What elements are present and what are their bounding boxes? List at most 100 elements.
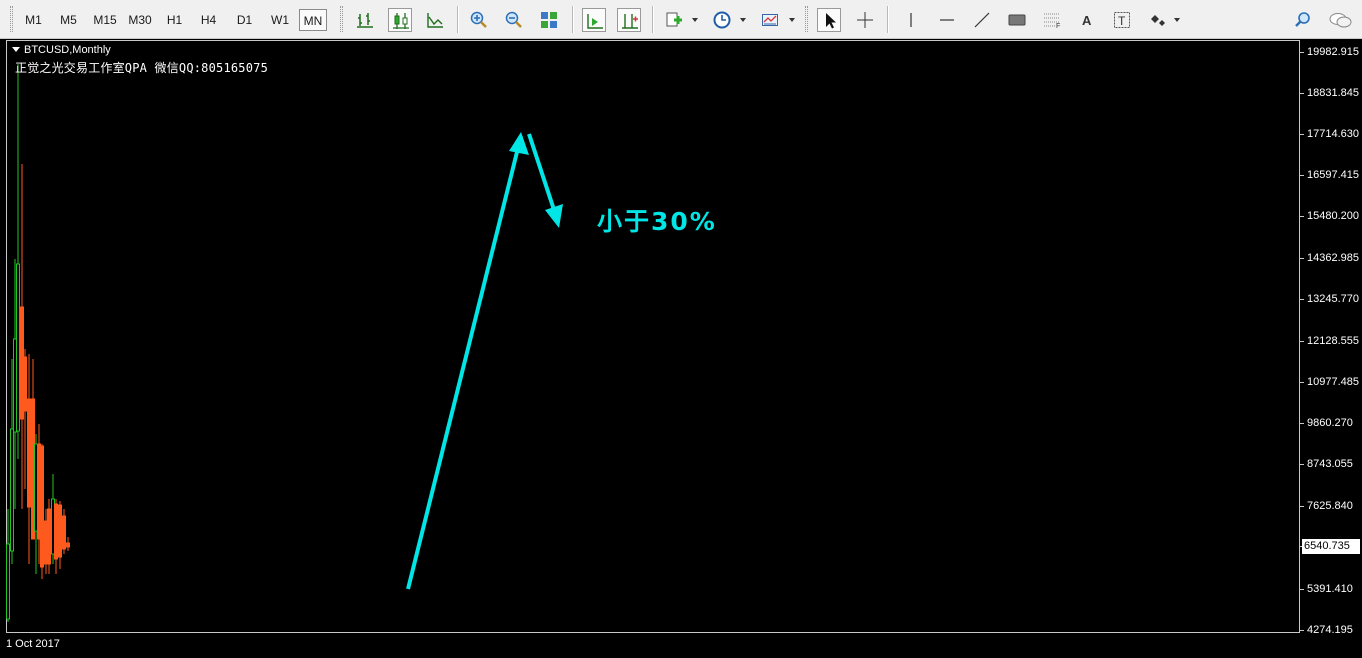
- price-axis-tick: [1300, 589, 1304, 590]
- chart-annotation-text[interactable]: 小于30%: [597, 202, 717, 238]
- timeframe-m5-button[interactable]: M5: [55, 9, 82, 31]
- timeframe-w1-button[interactable]: W1: [266, 9, 294, 31]
- tile-windows-icon: [541, 12, 557, 28]
- fibonacci-button[interactable]: F: [1040, 8, 1064, 32]
- timeframe-d1-button[interactable]: D1: [231, 9, 258, 31]
- crosshair-button[interactable]: [853, 8, 877, 32]
- decline-arrow-line[interactable]: [527, 133, 559, 220]
- text-label-icon: T: [1114, 12, 1130, 28]
- text-icon: A: [1082, 13, 1092, 28]
- price-axis-label: 14362.985: [1307, 252, 1359, 264]
- candle-body: [62, 515, 66, 550]
- price-axis-tick: [1300, 382, 1304, 383]
- candle-body: [47, 508, 51, 565]
- price-axis-label: 19982.915: [1307, 46, 1359, 58]
- price-axis-label: 13245.770: [1307, 293, 1359, 305]
- timeframe-m1-button[interactable]: M1: [20, 9, 47, 31]
- trendline-button[interactable]: [970, 8, 994, 32]
- price-axis-label: 18831.845: [1307, 87, 1359, 99]
- zoom-in-icon: [470, 11, 487, 28]
- price-axis-tick: [1300, 93, 1304, 94]
- indicators-dropdown-caret[interactable]: [692, 18, 698, 22]
- candle-body: [66, 542, 70, 548]
- timeframe-h1-button[interactable]: H1: [161, 9, 188, 31]
- search-button[interactable]: [1291, 8, 1315, 32]
- price-axis-label: 9860.270: [1307, 417, 1353, 429]
- text-label-tool-letter: T: [1118, 14, 1126, 28]
- tile-windows-button[interactable]: [537, 8, 561, 32]
- timeframe-h4-button[interactable]: H4: [195, 9, 222, 31]
- toolbar-grip[interactable]: [340, 6, 343, 32]
- chart-menu-triangle-icon[interactable]: [12, 47, 20, 52]
- candlestick-chart-button[interactable]: [388, 8, 412, 32]
- price-axis-tick: [1300, 341, 1304, 342]
- chat-button[interactable]: [1326, 8, 1356, 32]
- zoom-out-icon: [505, 11, 522, 28]
- toolbar-grip[interactable]: [805, 6, 808, 32]
- current-price-label: 6540.735: [1302, 539, 1360, 554]
- chart-symbol-label: BTCUSD,Monthly: [24, 44, 111, 56]
- timeframe-m15-button[interactable]: M15: [89, 9, 121, 31]
- indicators-button[interactable]: [662, 8, 686, 32]
- templates-button[interactable]: [758, 8, 782, 32]
- rise-arrow-line[interactable]: [406, 135, 523, 590]
- rise-arrow-head: [509, 132, 529, 155]
- timeframe-m30-button[interactable]: M30: [124, 9, 156, 31]
- chart-window[interactable]: BTCUSD,Monthly 正觉之光交易工作室QPA 微信QQ:8051650…: [0, 39, 1362, 658]
- timeframe-mn-button[interactable]: MN: [299, 9, 327, 31]
- price-axis-label: 5391.410: [1307, 583, 1353, 595]
- price-axis-label: 16597.415: [1307, 169, 1359, 181]
- line-chart-icon: [427, 13, 443, 28]
- price-axis-tick: [1300, 423, 1304, 424]
- rectangle-button[interactable]: [1005, 8, 1029, 32]
- cursor-icon: [826, 13, 836, 29]
- trendline-icon: [974, 12, 990, 28]
- chart-shift-icon: [622, 14, 638, 29]
- chart-shift-button[interactable]: [617, 8, 641, 32]
- vertical-line-button[interactable]: [899, 8, 923, 32]
- price-axis-label: 17714.630: [1307, 128, 1359, 140]
- price-axis-label: 12128.555: [1307, 335, 1359, 347]
- arrows-icon: [1151, 15, 1165, 26]
- arrows-button[interactable]: [1145, 8, 1169, 32]
- time-axis-label: 1 Oct 2017: [6, 638, 60, 650]
- indicator-info-text: 正觉之光交易工作室QPA 微信QQ:805165075: [15, 61, 268, 75]
- bar-chart-icon: [357, 13, 373, 28]
- chart-toolbar: M1 M5 M15 M30 H1 H4 D1 W1 MN F A T: [0, 0, 1362, 39]
- periodicity-dropdown-caret[interactable]: [740, 18, 746, 22]
- auto-scroll-icon: [587, 14, 603, 29]
- text-tool-letter: A: [1082, 13, 1092, 28]
- auto-scroll-button[interactable]: [582, 8, 606, 32]
- chart-symbol-title[interactable]: BTCUSD,Monthly: [12, 44, 111, 56]
- templates-dropdown-caret[interactable]: [789, 18, 795, 22]
- periodicity-button[interactable]: [710, 8, 734, 32]
- decline-arrow-head: [545, 204, 563, 228]
- candle-body: [27, 398, 31, 508]
- candle-body: [6, 543, 10, 620]
- candle-body: [16, 263, 20, 432]
- zoom-out-button[interactable]: [502, 8, 526, 32]
- price-axis-tick: [1300, 506, 1304, 507]
- price-axis-tick: [1300, 464, 1304, 465]
- text-tool-button[interactable]: A: [1075, 8, 1099, 32]
- rectangle-icon: [1008, 14, 1026, 26]
- vertical-line-icon: [910, 13, 912, 27]
- candle-body: [40, 445, 44, 568]
- toolbar-grip[interactable]: [10, 6, 13, 32]
- clock-icon: [713, 11, 731, 29]
- bar-chart-button[interactable]: [353, 8, 377, 32]
- cursor-button[interactable]: [817, 8, 841, 32]
- toolbar-separator: [652, 6, 653, 33]
- zoom-in-button[interactable]: [467, 8, 491, 32]
- price-axis-label: 8743.055: [1307, 458, 1353, 470]
- arrows-dropdown-caret[interactable]: [1174, 18, 1180, 22]
- candle-body: [10, 428, 14, 552]
- trading-terminal-window: M1 M5 M15 M30 H1 H4 D1 W1 MN F A T BTCUS…: [0, 0, 1362, 658]
- line-chart-button[interactable]: [423, 8, 447, 32]
- text-label-button[interactable]: T: [1110, 8, 1134, 32]
- horizontal-line-button[interactable]: [935, 8, 959, 32]
- price-axis-label: 4274.195: [1307, 624, 1353, 636]
- toolbar-separator: [457, 6, 458, 33]
- search-icon: [1295, 12, 1310, 27]
- candlestick-chart-icon: [393, 13, 409, 29]
